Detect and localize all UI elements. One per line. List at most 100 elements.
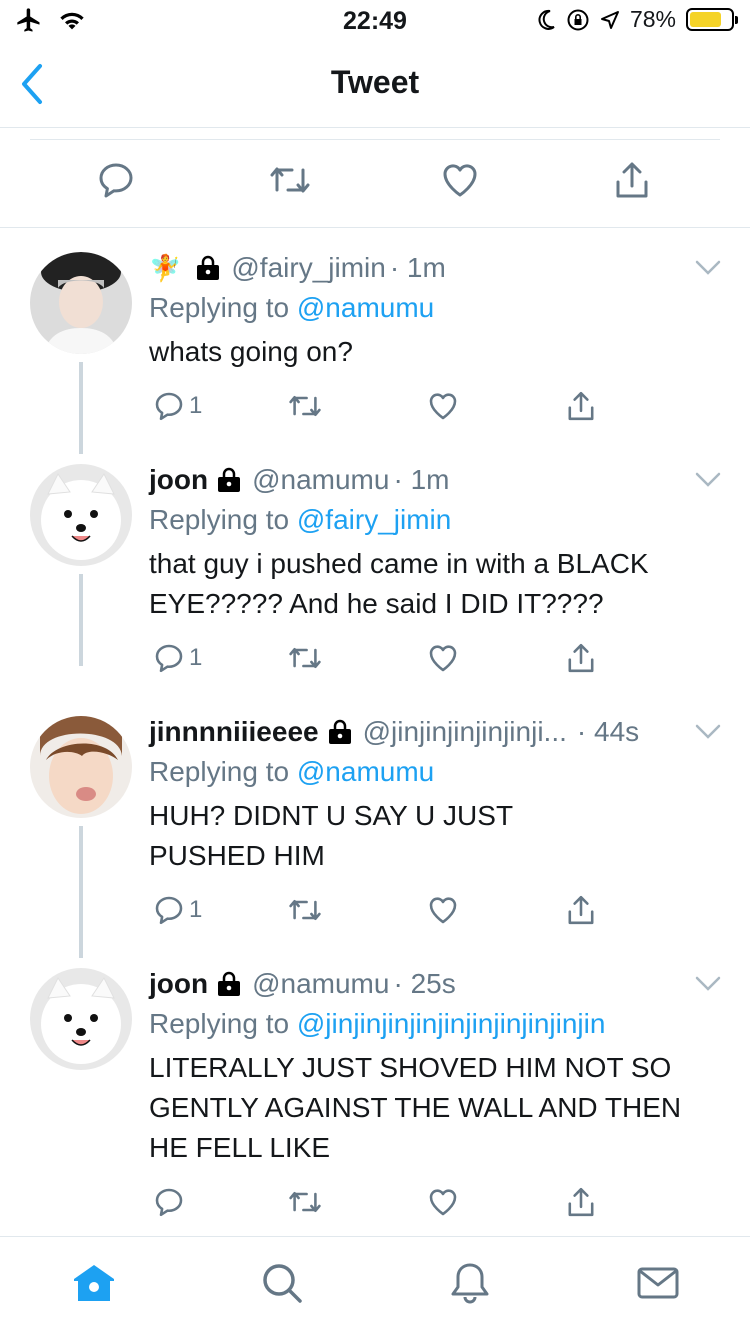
chevron-down-icon[interactable] bbox=[694, 974, 722, 994]
reply-icon bbox=[155, 392, 183, 421]
retweet-icon bbox=[289, 899, 321, 921]
user-handle[interactable]: @namumu bbox=[252, 462, 389, 498]
heart-icon bbox=[443, 164, 477, 197]
tweet-time: · 1m bbox=[393, 464, 450, 495]
battery-percent: 78% bbox=[629, 6, 676, 32]
tweet-text-line: HE FELL LIKE bbox=[149, 1132, 331, 1163]
home-icon bbox=[74, 1265, 114, 1301]
share-icon bbox=[568, 391, 594, 421]
lock-icon bbox=[328, 719, 351, 744]
tab-notifications[interactable] bbox=[446, 1259, 494, 1307]
user-name[interactable]: joon bbox=[149, 462, 208, 498]
reply-mention[interactable]: @namumu bbox=[297, 292, 434, 323]
avatar[interactable] bbox=[30, 968, 132, 1070]
battery-icon bbox=[686, 8, 738, 31]
retweet-button[interactable] bbox=[287, 894, 323, 926]
retweet-button[interactable] bbox=[287, 390, 323, 422]
avatar[interactable] bbox=[30, 252, 132, 354]
chevron-down-icon[interactable] bbox=[694, 722, 722, 742]
like-button[interactable] bbox=[440, 160, 484, 204]
chevron-down-icon[interactable] bbox=[694, 470, 722, 490]
tab-search[interactable] bbox=[258, 1259, 306, 1307]
replying-label: Replying to bbox=[149, 756, 290, 787]
user-name[interactable]: jinnnniiieeee bbox=[149, 714, 319, 750]
thread-line bbox=[79, 362, 83, 454]
like-button[interactable] bbox=[427, 642, 459, 674]
retweet-button[interactable] bbox=[287, 642, 323, 674]
like-button[interactable] bbox=[427, 894, 459, 926]
share-icon bbox=[568, 895, 594, 925]
tweet-text-line: EYE????? And he said I DID IT???? bbox=[149, 588, 604, 619]
reply-count: 1 bbox=[189, 896, 203, 923]
tweet-text-line: GENTLY AGAINST THE WALL AND THEN bbox=[149, 1092, 682, 1123]
reply-count: 1 bbox=[189, 644, 203, 671]
lock-icon bbox=[218, 971, 241, 996]
share-button[interactable] bbox=[565, 642, 597, 674]
retweet-button[interactable] bbox=[287, 1186, 323, 1218]
reply-button[interactable]: 1 bbox=[153, 642, 202, 674]
replying-label: Replying to bbox=[149, 292, 290, 323]
reply-icon bbox=[155, 644, 183, 673]
like-button[interactable] bbox=[427, 390, 459, 422]
share-button[interactable] bbox=[565, 894, 597, 926]
main-tweet-actions bbox=[0, 140, 750, 228]
tweet-time: · 25s bbox=[393, 968, 456, 999]
reply-mention[interactable]: @jinjinjinjinjinjinjinjinjinjin bbox=[297, 1008, 606, 1039]
tweet-text: whats going on? bbox=[149, 336, 353, 367]
tweet-time: · 1m bbox=[389, 252, 446, 283]
reply-button[interactable] bbox=[96, 160, 140, 204]
retweet-button[interactable] bbox=[268, 160, 312, 204]
page-title: Tweet bbox=[330, 64, 420, 100]
replying-label: Replying to bbox=[149, 1008, 290, 1039]
mail-icon bbox=[637, 1267, 679, 1299]
share-icon bbox=[568, 1187, 594, 1217]
reply-button[interactable]: 1 bbox=[153, 894, 202, 926]
reply-icon bbox=[155, 896, 183, 925]
fairy-emoji: 🧚 bbox=[149, 253, 182, 283]
rotation-lock-icon bbox=[567, 9, 589, 30]
like-button[interactable] bbox=[427, 1186, 459, 1218]
chevron-down-icon[interactable] bbox=[694, 258, 722, 278]
tweet-text-line: that guy i pushed came in with a BLACK bbox=[149, 548, 649, 579]
heart-icon bbox=[429, 645, 457, 672]
reply-mention[interactable]: @fairy_jimin bbox=[297, 504, 451, 535]
user-name[interactable]: joon bbox=[149, 966, 208, 1002]
tweet-detail-screen: 22:49 78% Tweet 🧚 @fairy_jimin · 1m Repl… bbox=[0, 0, 750, 1334]
thread-line bbox=[79, 574, 83, 666]
tab-messages[interactable] bbox=[634, 1259, 682, 1307]
reply-button[interactable] bbox=[153, 1186, 185, 1218]
tweet-actions: 1 bbox=[149, 642, 609, 682]
tweet-text-line: HUH? DIDNT U SAY U JUST bbox=[149, 800, 514, 831]
lock-icon bbox=[218, 467, 241, 492]
replying-label: Replying to bbox=[149, 504, 290, 535]
share-button[interactable] bbox=[565, 390, 597, 422]
user-handle[interactable]: @jinjinjinjinjinji... bbox=[363, 714, 567, 750]
share-icon bbox=[616, 162, 648, 198]
tab-home[interactable] bbox=[70, 1259, 118, 1307]
tweet-actions bbox=[149, 1186, 609, 1226]
avatar[interactable] bbox=[30, 716, 132, 818]
reply-icon bbox=[99, 163, 133, 198]
bell-icon bbox=[451, 1263, 489, 1304]
avatar[interactable] bbox=[30, 464, 132, 566]
status-bar: 22:49 78% bbox=[0, 0, 750, 40]
user-handle[interactable]: @fairy_jimin bbox=[231, 250, 385, 286]
thread-line bbox=[79, 826, 83, 958]
moon-icon bbox=[538, 9, 555, 30]
tweet-actions: 1 bbox=[149, 894, 609, 934]
reply-button[interactable]: 1 bbox=[153, 390, 202, 422]
reply-icon bbox=[155, 1188, 183, 1217]
retweet-icon bbox=[270, 167, 310, 193]
share-button[interactable] bbox=[612, 160, 656, 204]
tweet-text-line: LITERALLY JUST SHOVED HIM NOT SO bbox=[149, 1052, 672, 1083]
share-icon bbox=[568, 643, 594, 673]
heart-icon bbox=[429, 1189, 457, 1216]
tweet-actions: 1 bbox=[149, 390, 609, 430]
retweet-icon bbox=[289, 647, 321, 669]
tweet-text-line: PUSHED HIM bbox=[149, 840, 325, 871]
reply-mention[interactable]: @namumu bbox=[297, 756, 434, 787]
share-button[interactable] bbox=[565, 1186, 597, 1218]
reply-count: 1 bbox=[189, 392, 203, 419]
user-handle[interactable]: @namumu bbox=[252, 966, 389, 1002]
location-icon bbox=[600, 10, 619, 29]
